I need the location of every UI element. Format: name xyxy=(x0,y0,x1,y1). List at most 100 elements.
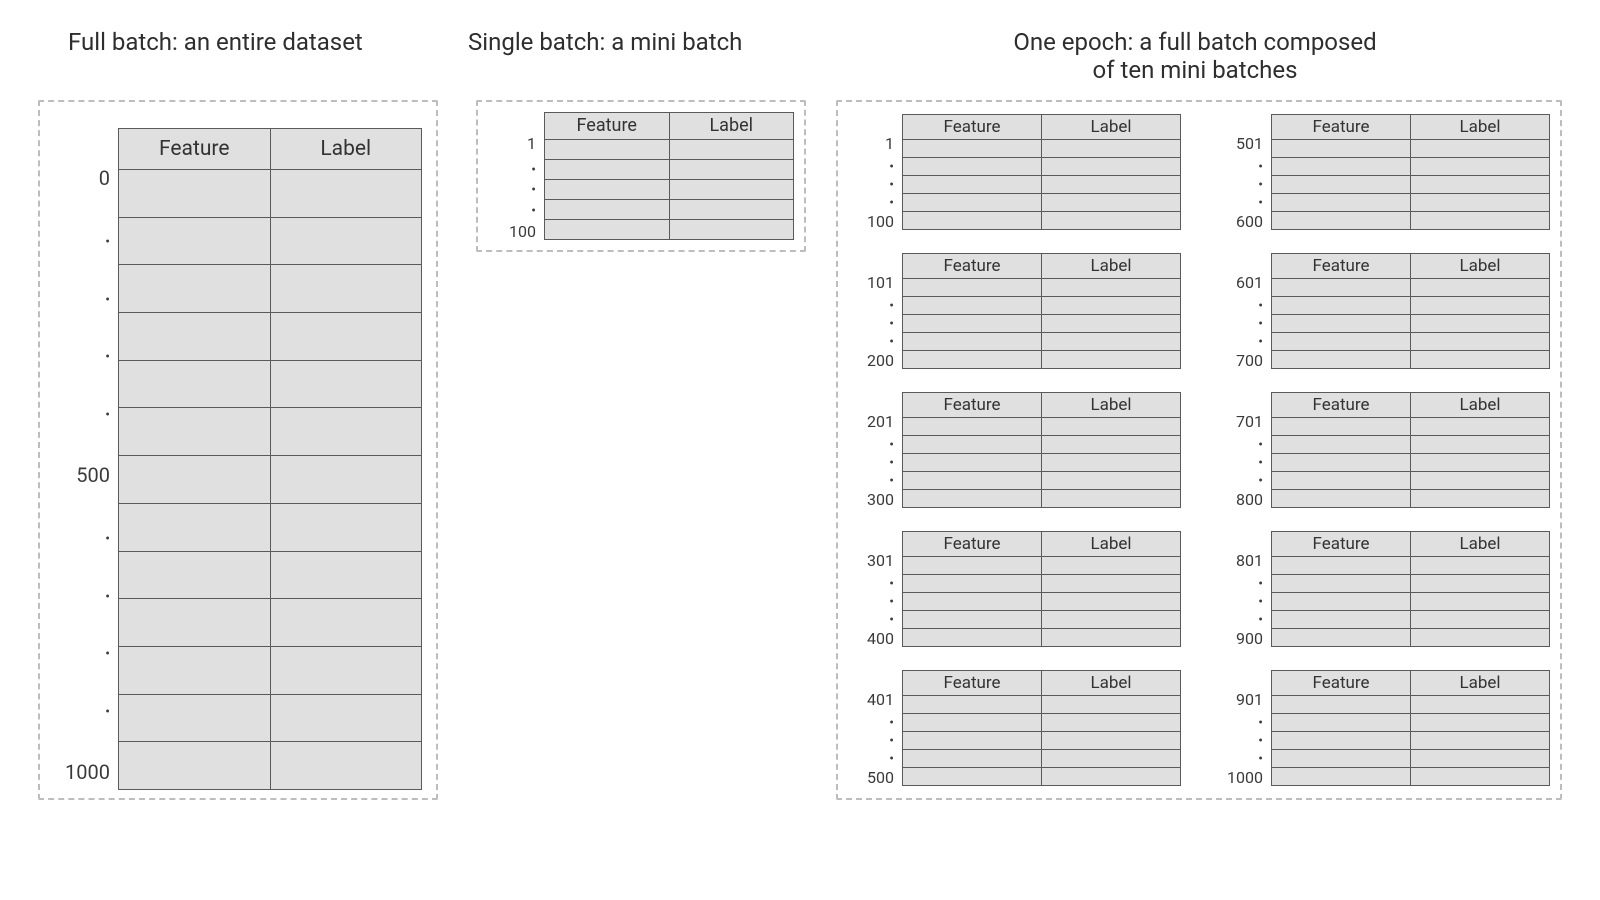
ellipsis-icon: • xyxy=(105,647,110,657)
mini-batch-table: 1•••100FeatureLabel xyxy=(848,114,1181,230)
idx-bot: 200 xyxy=(867,353,894,369)
col-label: Label xyxy=(271,129,422,169)
idx-top: 601 xyxy=(1236,275,1263,291)
idx-top: 801 xyxy=(1236,553,1263,569)
table-row xyxy=(1272,418,1549,435)
idx-bot: 400 xyxy=(867,631,894,647)
col-feature: Feature xyxy=(903,254,1042,278)
table-row xyxy=(1272,279,1549,296)
idx-top: 701 xyxy=(1236,414,1263,430)
mini-batch-table: 201•••300FeatureLabel xyxy=(848,392,1181,508)
col-feature: Feature xyxy=(545,113,670,139)
col-label: Label xyxy=(1411,532,1549,556)
table-row xyxy=(903,157,1180,175)
ellipsis-icon: • xyxy=(1258,178,1263,188)
idx-top: 301 xyxy=(867,553,894,569)
col-label: Label xyxy=(1042,671,1180,695)
table-row xyxy=(903,332,1180,350)
mini-batch-table: 701•••800FeatureLabel xyxy=(1217,392,1550,508)
title-single-batch: Single batch: a mini batch xyxy=(468,28,828,84)
col-label: Label xyxy=(1411,254,1549,278)
col-feature: Feature xyxy=(1272,393,1411,417)
ellipsis-icon: • xyxy=(889,752,894,762)
table-row xyxy=(119,741,421,789)
table-row xyxy=(1272,453,1549,471)
mini-batch-table: 501•••600FeatureLabel xyxy=(1217,114,1550,230)
idx-bot: 100 xyxy=(867,214,894,230)
col-feature: Feature xyxy=(119,129,271,169)
table-row xyxy=(1272,713,1549,731)
table-row xyxy=(545,140,793,159)
table-row xyxy=(119,360,421,408)
single-batch-index: 1 • • • 100 xyxy=(488,112,544,240)
ellipsis-icon: • xyxy=(1258,752,1263,762)
table-row xyxy=(1272,628,1549,646)
col-feature: Feature xyxy=(903,671,1042,695)
mini-batch-grid: FeatureLabel xyxy=(902,531,1181,647)
idx-top: 1 xyxy=(885,136,894,152)
idx-top: 501 xyxy=(1236,136,1263,152)
mini-batch-grid: FeatureLabel xyxy=(902,392,1181,508)
table-row xyxy=(903,175,1180,193)
table-row xyxy=(119,312,421,360)
table-row xyxy=(1272,749,1549,767)
table-row xyxy=(903,713,1180,731)
col-label: Label xyxy=(1042,254,1180,278)
col-feature: Feature xyxy=(903,115,1042,139)
idx-bot: 300 xyxy=(867,492,894,508)
table-row xyxy=(1272,574,1549,592)
idx-500: 500 xyxy=(76,465,110,485)
ellipsis-icon: • xyxy=(889,577,894,587)
mini-batch-index: 501•••600 xyxy=(1217,114,1271,230)
table-row xyxy=(119,694,421,742)
col-feature: Feature xyxy=(1272,254,1411,278)
full-batch-table: 0 • • • • 500 • • • • 1000 Feature Label xyxy=(54,128,422,790)
table-row xyxy=(119,646,421,694)
table-row xyxy=(1272,140,1549,157)
ellipsis-icon: • xyxy=(1258,595,1263,605)
table-row xyxy=(1272,211,1549,229)
mini-batch-index: 901•••1000 xyxy=(1217,670,1271,786)
ellipsis-icon: • xyxy=(889,335,894,345)
idx-bot: 600 xyxy=(1236,214,1263,230)
ellipsis-icon: • xyxy=(1258,438,1263,448)
table-row xyxy=(903,296,1180,314)
table-row xyxy=(1272,435,1549,453)
mini-batch-grid: FeatureLabel xyxy=(1271,670,1550,786)
col-feature: Feature xyxy=(903,532,1042,556)
ellipsis-icon: • xyxy=(1258,335,1263,345)
single-batch-grid: Feature Label xyxy=(544,112,794,240)
table-row xyxy=(1272,296,1549,314)
mini-batch-index: 101•••200 xyxy=(848,253,902,369)
idx-bot: 500 xyxy=(867,770,894,786)
mini-batch-index: 801•••900 xyxy=(1217,531,1271,647)
table-row xyxy=(545,219,793,239)
table-row xyxy=(1272,731,1549,749)
mini-batch-index: 1•••100 xyxy=(848,114,902,230)
ellipsis-icon: • xyxy=(889,613,894,623)
table-row xyxy=(903,610,1180,628)
ellipsis-icon: • xyxy=(1258,317,1263,327)
table-row xyxy=(119,217,421,265)
ellipsis-icon: • xyxy=(105,532,110,542)
table-row xyxy=(903,749,1180,767)
ellipsis-icon: • xyxy=(889,716,894,726)
ellipsis-icon: • xyxy=(889,595,894,605)
single-batch-table: 1 • • • 100 Feature Label xyxy=(488,112,794,240)
table-row xyxy=(903,628,1180,646)
mini-batch-grid: FeatureLabel xyxy=(1271,392,1550,508)
table-row xyxy=(545,179,793,199)
ellipsis-icon: • xyxy=(1258,299,1263,309)
mini-batch-index: 701•••800 xyxy=(1217,392,1271,508)
table-row xyxy=(545,159,793,179)
idx-0: 0 xyxy=(99,168,110,188)
ellipsis-icon: • xyxy=(889,474,894,484)
epoch-col-left: 1•••100FeatureLabel101•••200FeatureLabel… xyxy=(848,114,1181,786)
ellipsis-icon: • xyxy=(1258,716,1263,726)
table-row xyxy=(1272,557,1549,574)
table-row xyxy=(903,696,1180,713)
table-row xyxy=(903,314,1180,332)
table-row xyxy=(903,471,1180,489)
table-row xyxy=(903,453,1180,471)
ellipsis-icon: • xyxy=(105,590,110,600)
